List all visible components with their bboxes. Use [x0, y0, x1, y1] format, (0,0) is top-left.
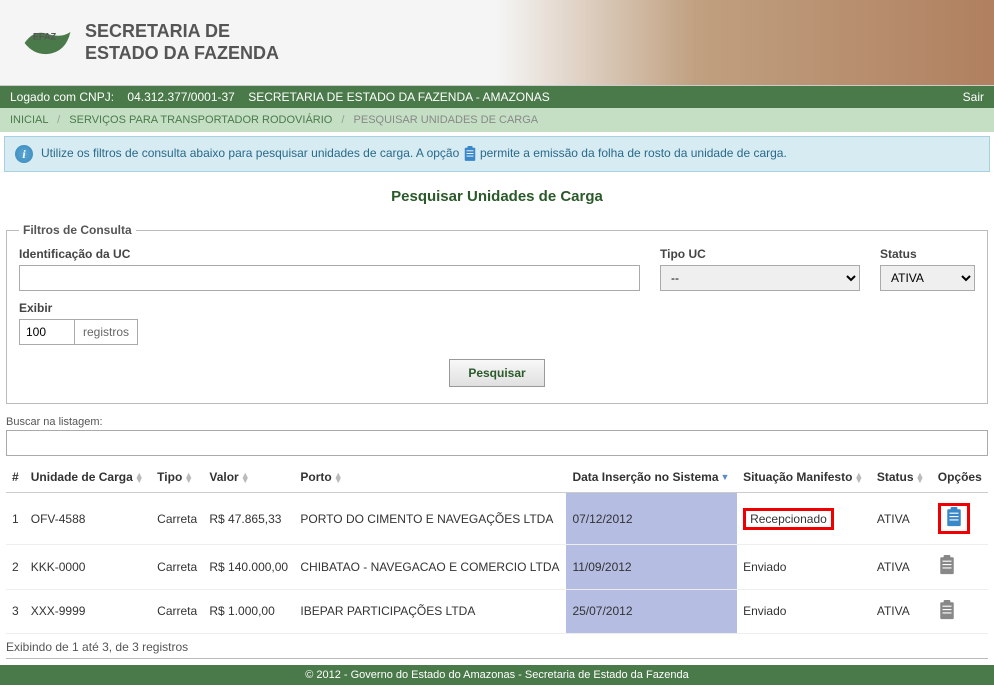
cell-situacao: Enviado — [737, 589, 871, 633]
org-title: SECRETARIA DE ESTADO DA FAZENDA — [85, 21, 279, 64]
org-line1: SECRETARIA DE — [85, 21, 279, 43]
info-icon: i — [15, 145, 33, 163]
cell-porto: CHIBATAO - NAVEGACAO E COMERCIO LTDA — [294, 545, 566, 589]
tipo-label: Tipo UC — [660, 247, 860, 261]
cell-status: ATIVA — [871, 589, 932, 633]
cell-valor: R$ 1.000,00 — [203, 589, 294, 633]
print-uc-icon[interactable] — [938, 555, 956, 575]
cell-data: 11/09/2012 — [566, 545, 737, 589]
breadcrumb-item-inicial[interactable]: INICIAL — [10, 114, 48, 126]
col-porto[interactable]: Porto▲▼ — [294, 462, 566, 493]
cell-tipo: Carreta — [151, 589, 203, 633]
header-banner: EFAZ SECRETARIA DE ESTADO DA FAZENDA — [0, 0, 994, 86]
login-info: Logado com CNPJ: 04.312.377/0001-37 SECR… — [10, 90, 550, 104]
info-bar: i Utilize os filtros de consulta abaixo … — [4, 136, 990, 172]
breadcrumb-item-servicos[interactable]: SERVIÇOS PARA TRANSPORTADOR RODOVIÁRIO — [69, 114, 332, 126]
cell-porto: PORTO DO CIMENTO E NAVEGAÇÕES LTDA — [294, 493, 566, 545]
cell-data: 25/07/2012 — [566, 589, 737, 633]
results-footer: Exibindo de 1 até 3, de 3 registros — [6, 640, 988, 659]
info-text: Utilize os filtros de consulta abaixo pa… — [41, 146, 787, 162]
cell-num: 2 — [6, 545, 25, 589]
results-table: # Unidade de Carga▲▼ Tipo▲▼ Valor▲▼ Port… — [6, 462, 988, 634]
id-input[interactable] — [19, 265, 640, 291]
col-valor[interactable]: Valor▲▼ — [203, 462, 294, 493]
cell-valor: R$ 47.865,33 — [203, 493, 294, 545]
print-uc-icon[interactable] — [945, 507, 963, 527]
svg-text:EFAZ: EFAZ — [33, 31, 57, 41]
org-name: SECRETARIA DE ESTADO DA FAZENDA - AMAZON… — [248, 90, 550, 104]
cell-porto: IBEPAR PARTICIPAÇÕES LTDA — [294, 589, 566, 633]
logo-area: EFAZ SECRETARIA DE ESTADO DA FAZENDA — [20, 21, 279, 64]
cell-opcoes — [932, 545, 988, 589]
exibir-input[interactable] — [19, 319, 74, 345]
table-row: 2KKK-0000CarretaR$ 140.000,00CHIBATAO - … — [6, 545, 988, 589]
col-uc[interactable]: Unidade de Carga▲▼ — [25, 462, 151, 493]
listing-search-label: Buscar na listagem: — [6, 416, 103, 428]
table-row: 1OFV-4588CarretaR$ 47.865,33PORTO DO CIM… — [6, 493, 988, 545]
status-label: Status — [880, 247, 975, 261]
cell-tipo: Carreta — [151, 493, 203, 545]
clipboard-icon — [463, 146, 477, 162]
col-data[interactable]: Data Inserção no Sistema▼ — [566, 462, 737, 493]
search-button[interactable]: Pesquisar — [449, 359, 544, 387]
tipo-select[interactable]: -- — [660, 265, 860, 291]
cell-status: ATIVA — [871, 545, 932, 589]
breadcrumb: INICIAL / SERVIÇOS PARA TRANSPORTADOR RO… — [0, 108, 994, 132]
cell-data: 07/12/2012 — [566, 493, 737, 545]
breadcrumb-item-current: PESQUISAR UNIDADES DE CARGA — [354, 114, 539, 126]
sefaz-logo-icon: EFAZ — [20, 23, 75, 63]
logout-link[interactable]: Sair — [963, 90, 984, 104]
id-label: Identificação da UC — [19, 247, 640, 261]
top-bar: Logado com CNPJ: 04.312.377/0001-37 SECR… — [0, 86, 994, 108]
cell-valor: R$ 140.000,00 — [203, 545, 294, 589]
cell-uc: OFV-4588 — [25, 493, 151, 545]
cell-uc: KKK-0000 — [25, 545, 151, 589]
status-select[interactable]: ATIVA — [880, 265, 975, 291]
exibir-label: Exibir — [19, 301, 138, 315]
cell-opcoes — [932, 493, 988, 545]
filters-fieldset: Filtros de Consulta Identificação da UC … — [6, 223, 988, 404]
cell-num: 1 — [6, 493, 25, 545]
listing-search: Buscar na listagem: — [6, 414, 988, 456]
col-situacao[interactable]: Situação Manifesto▲▼ — [737, 462, 871, 493]
listing-search-input[interactable] — [6, 430, 988, 456]
col-tipo[interactable]: Tipo▲▼ — [151, 462, 203, 493]
print-uc-icon[interactable] — [938, 600, 956, 620]
page-footer: © 2012 - Governo do Estado do Amazonas -… — [0, 665, 994, 685]
table-row: 3XXX-9999CarretaR$ 1.000,00IBEPAR PARTIC… — [6, 589, 988, 633]
filters-legend: Filtros de Consulta — [19, 223, 136, 237]
cell-num: 3 — [6, 589, 25, 633]
exibir-suffix: registros — [74, 319, 138, 345]
logged-label: Logado com CNPJ: — [10, 90, 114, 104]
org-line2: ESTADO DA FAZENDA — [85, 43, 279, 65]
cnpj-value: 04.312.377/0001-37 — [127, 90, 234, 104]
cell-tipo: Carreta — [151, 545, 203, 589]
cell-situacao: Recepcionado — [737, 493, 871, 545]
cell-status: ATIVA — [871, 493, 932, 545]
col-num[interactable]: # — [6, 462, 25, 493]
col-opcoes: Opções — [932, 462, 988, 493]
col-status[interactable]: Status▲▼ — [871, 462, 932, 493]
cell-uc: XXX-9999 — [25, 589, 151, 633]
page-title: Pesquisar Unidades de Carga — [0, 176, 994, 217]
cell-opcoes — [932, 589, 988, 633]
cell-situacao: Enviado — [737, 545, 871, 589]
